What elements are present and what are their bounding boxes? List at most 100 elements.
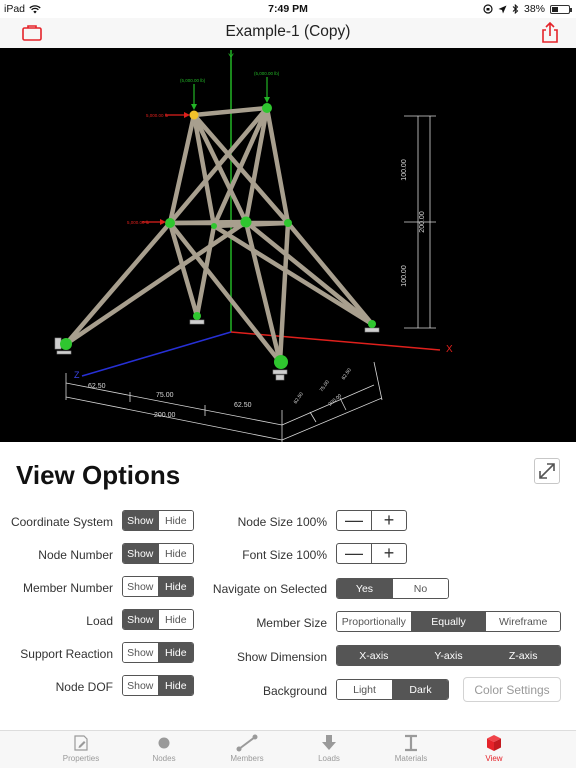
tab-label: Properties — [62, 754, 100, 763]
dimension-label: 100.00 — [401, 265, 408, 287]
tab-loads[interactable]: Loads — [288, 734, 370, 768]
node[interactable] — [368, 320, 376, 328]
support-reaction-show[interactable]: Show — [123, 643, 158, 662]
node-number-toggle[interactable]: Show Hide — [122, 543, 194, 564]
battery-icon — [550, 4, 572, 14]
member-number-hide[interactable]: Hide — [157, 577, 193, 596]
show-dimension-z-axis[interactable]: Z-axis — [485, 646, 560, 665]
z-axis — [81, 331, 232, 377]
structure-3d-viewport[interactable]: Y X Z (5,000.00 lb) (5,000.00 lb) 5,000.… — [0, 48, 576, 442]
dimension-label: 100.00 — [401, 159, 408, 181]
node-dof-label: Node DOF — [55, 680, 113, 694]
member-number-toggle[interactable]: Show Hide — [122, 576, 194, 597]
structure-model: Y X Z (5,000.00 lb) (5,000.00 lb) 5,000.… — [54, 50, 453, 442]
font-size-label: Font Size 100% — [242, 548, 327, 562]
member-size-proportionally[interactable]: Proportionally — [337, 612, 411, 631]
load-show[interactable]: Show — [123, 610, 158, 629]
support-reaction-toggle[interactable]: Show Hide — [122, 642, 194, 663]
member-size-wireframe[interactable]: Wireframe — [485, 612, 560, 631]
load-hide[interactable]: Hide — [157, 610, 193, 629]
tab-properties[interactable]: Properties — [40, 734, 122, 768]
coordinate-system-show[interactable]: Show — [123, 511, 158, 530]
node[interactable] — [193, 312, 201, 320]
members — [63, 105, 375, 365]
node[interactable] — [60, 338, 72, 350]
node[interactable] — [240, 216, 252, 228]
expand-icon — [539, 463, 555, 479]
node[interactable] — [165, 218, 175, 228]
color-settings-button[interactable]: Color Settings — [463, 677, 561, 702]
properties-icon — [74, 735, 88, 751]
x-axis-label: X — [446, 344, 453, 355]
tab-label: View — [485, 754, 503, 763]
member-number-show[interactable]: Show — [123, 577, 158, 596]
node-selected[interactable] — [189, 110, 199, 120]
tab-nodes[interactable]: Nodes — [123, 734, 205, 768]
node-size-stepper[interactable]: — + — [336, 510, 407, 531]
expand-button[interactable] — [534, 458, 560, 484]
node-size-label: Node Size 100% — [237, 515, 327, 529]
navigate-on-selected-toggle[interactable]: Yes No — [336, 578, 449, 599]
z-axis-label: Z — [74, 370, 80, 380]
location-icon — [498, 5, 507, 13]
node-size-decrease-button[interactable]: — — [337, 511, 371, 530]
coordinate-system-label: Coordinate System — [10, 515, 113, 529]
font-size-decrease-button[interactable]: — — [337, 544, 371, 563]
node-size-increase-button[interactable]: + — [371, 511, 406, 530]
node[interactable] — [284, 219, 292, 227]
load-label: Load — [86, 614, 113, 628]
supports — [54, 319, 380, 381]
support-reaction-label: Support Reaction — [20, 647, 113, 661]
bluetooth-icon — [512, 4, 519, 14]
load-label: 5,000.00 lb — [127, 220, 150, 225]
dimension-label: 200.00 — [419, 211, 426, 233]
member-size-segmented[interactable]: Proportionally Equally Wireframe — [336, 611, 561, 632]
font-size-stepper[interactable]: — + — [336, 543, 407, 564]
show-dimension-x-axis[interactable]: X-axis — [337, 646, 411, 665]
view-cube-icon — [487, 735, 501, 751]
background-label: Background — [262, 684, 327, 698]
node-number-hide[interactable]: Hide — [157, 544, 193, 563]
y-axis-label: Y — [228, 52, 234, 62]
tab-view[interactable]: View — [453, 734, 535, 768]
member-size-equally[interactable]: Equally — [410, 612, 486, 631]
load-toggle[interactable]: Show Hide — [122, 609, 194, 630]
coordinate-system-hide[interactable]: Hide — [157, 511, 193, 530]
navigate-on-selected-label: Navigate on Selected — [212, 582, 327, 596]
background-light[interactable]: Light — [337, 680, 392, 699]
node[interactable] — [211, 223, 217, 229]
show-dimension-y-axis[interactable]: Y-axis — [410, 646, 486, 665]
navigate-no[interactable]: No — [392, 579, 448, 598]
orientation-lock-icon — [483, 4, 493, 14]
page-title: Example-1 (Copy) — [225, 23, 351, 40]
background-toggle[interactable]: Light Dark — [336, 679, 449, 700]
dimension-label: 200.00 — [154, 412, 176, 419]
node-dof-hide[interactable]: Hide — [157, 676, 193, 695]
panel-title: View Options — [16, 460, 181, 490]
tab-bar: Properties Nodes Members Loads Materials… — [0, 730, 576, 768]
dimension-label: 75.00 — [156, 392, 174, 399]
load-label: (5,000.00 lb) — [180, 78, 206, 83]
status-bar: iPad 7:49 PM 38% — [0, 0, 576, 18]
loads: (5,000.00 lb) (5,000.00 lb) 5,000.00 lb … — [127, 71, 280, 225]
load-label: (5,000.00 lb) — [254, 71, 280, 76]
support-reaction-hide[interactable]: Hide — [157, 643, 193, 662]
node[interactable] — [262, 103, 272, 113]
dimension-label: 62.50 — [293, 391, 305, 405]
node-number-show[interactable]: Show — [123, 544, 158, 563]
font-size-increase-button[interactable]: + — [371, 544, 406, 563]
tab-label: Materials — [394, 754, 428, 763]
node-dof-toggle[interactable]: Show Hide — [122, 675, 194, 696]
tab-members[interactable]: Members — [206, 734, 288, 768]
node[interactable] — [274, 355, 288, 369]
show-dimension-segmented[interactable]: X-axis Y-axis Z-axis — [336, 645, 561, 666]
tab-label: Loads — [318, 754, 340, 763]
coordinate-system-toggle[interactable]: Show Hide — [122, 510, 194, 531]
tab-materials[interactable]: Materials — [370, 734, 452, 768]
background-dark[interactable]: Dark — [392, 680, 448, 699]
node-dof-show[interactable]: Show — [123, 676, 158, 695]
share-button[interactable] — [538, 21, 562, 45]
dimension-label: 62.50 — [88, 383, 106, 390]
navigate-yes[interactable]: Yes — [337, 579, 392, 598]
nav-bar: Example-1 (Copy) — [0, 18, 576, 48]
